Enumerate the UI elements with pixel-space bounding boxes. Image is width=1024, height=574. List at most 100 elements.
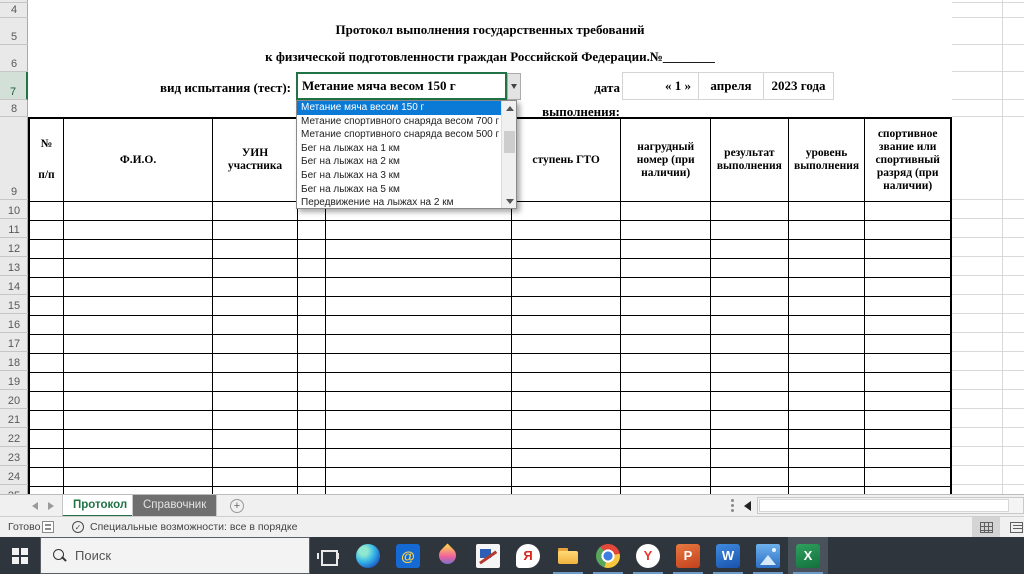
- table-cell[interactable]: [30, 354, 64, 373]
- table-cell[interactable]: [788, 278, 866, 297]
- row-header-10[interactable]: 10: [0, 200, 28, 219]
- start-button[interactable]: [0, 537, 40, 574]
- excel-taskbar-button[interactable]: X: [788, 537, 828, 574]
- hscroll-thumb[interactable]: [759, 499, 1009, 512]
- table-cell[interactable]: [213, 297, 298, 316]
- table-cell[interactable]: [711, 468, 789, 487]
- hscroll-left-arrow-icon[interactable]: [744, 501, 751, 511]
- table-cell[interactable]: [621, 259, 712, 278]
- table-cell[interactable]: [865, 430, 950, 449]
- table-cell[interactable]: [30, 259, 64, 278]
- table-cell[interactable]: [788, 430, 866, 449]
- table-cell[interactable]: [213, 354, 298, 373]
- table-cell[interactable]: [325, 373, 512, 392]
- table-cell[interactable]: [297, 297, 326, 316]
- row-header-6[interactable]: 6: [0, 45, 28, 72]
- table-cell[interactable]: [621, 221, 712, 240]
- table-cell[interactable]: [213, 335, 298, 354]
- table-cell[interactable]: [63, 221, 214, 240]
- table-cell[interactable]: [325, 468, 512, 487]
- dropdown-item[interactable]: Метание мяча весом 150 г: [297, 101, 501, 115]
- table-cell[interactable]: [788, 449, 866, 468]
- dropdown-scrollbar[interactable]: [501, 101, 516, 208]
- col-header-level[interactable]: уровень выполнения: [788, 119, 866, 202]
- row-header-16[interactable]: 16: [0, 314, 28, 333]
- col-header-stage[interactable]: ступень ГТО: [511, 119, 622, 202]
- table-cell[interactable]: [30, 240, 64, 259]
- table-cell[interactable]: [63, 430, 214, 449]
- table-cell[interactable]: [297, 449, 326, 468]
- table-cell[interactable]: [511, 297, 622, 316]
- table-cell[interactable]: [63, 297, 214, 316]
- table-cell[interactable]: [865, 221, 950, 240]
- table-cell[interactable]: [30, 449, 64, 468]
- table-cell[interactable]: [297, 316, 326, 335]
- table-cell[interactable]: [297, 468, 326, 487]
- word-taskbar-button[interactable]: W: [708, 537, 748, 574]
- row-header-13[interactable]: 13: [0, 257, 28, 276]
- table-cell[interactable]: [63, 354, 214, 373]
- table-cell[interactable]: [621, 335, 712, 354]
- paint-3d-taskbar-button[interactable]: [428, 537, 468, 574]
- table-cell[interactable]: [511, 411, 622, 430]
- table-cell[interactable]: [788, 240, 866, 259]
- date-day-cell[interactable]: « 1 »: [622, 72, 699, 100]
- dropdown-item[interactable]: Бег на лыжах на 3 км: [297, 169, 501, 183]
- table-cell[interactable]: [213, 392, 298, 411]
- table-cell[interactable]: [621, 411, 712, 430]
- table-cell[interactable]: [325, 449, 512, 468]
- table-cell[interactable]: [511, 240, 622, 259]
- table-cell[interactable]: [711, 316, 789, 335]
- table-cell[interactable]: [30, 430, 64, 449]
- table-cell[interactable]: [711, 335, 789, 354]
- table-cell[interactable]: [63, 202, 214, 221]
- col-header-number[interactable]: № п/п: [30, 119, 64, 202]
- sheet-tab-protokol[interactable]: Протокол: [62, 495, 139, 517]
- table-cell[interactable]: [621, 297, 712, 316]
- table-cell[interactable]: [30, 297, 64, 316]
- col-header-result[interactable]: результат выполнения: [711, 119, 789, 202]
- table-cell[interactable]: [63, 278, 214, 297]
- table-cell[interactable]: [512, 487, 622, 494]
- table-cell[interactable]: [865, 297, 950, 316]
- scroll-up-button[interactable]: [502, 101, 517, 115]
- col-header-fio[interactable]: Ф.И.О.: [63, 119, 214, 202]
- table-cell[interactable]: [511, 354, 622, 373]
- table-cell[interactable]: [788, 354, 866, 373]
- row-header-25[interactable]: 25: [0, 485, 28, 494]
- table-cell[interactable]: [325, 316, 512, 335]
- table-cell[interactable]: [30, 221, 64, 240]
- table-cell[interactable]: [621, 278, 712, 297]
- table-cell[interactable]: [325, 297, 512, 316]
- table-cell[interactable]: [711, 259, 789, 278]
- table-cell[interactable]: [511, 449, 622, 468]
- splitter-grip[interactable]: [731, 499, 734, 502]
- row-header-15[interactable]: 15: [0, 295, 28, 314]
- table-cell[interactable]: [511, 316, 622, 335]
- table-cell[interactable]: [711, 411, 789, 430]
- normal-view-button[interactable]: [972, 517, 1000, 537]
- row-header-7[interactable]: 7: [0, 72, 28, 100]
- table-cell[interactable]: [865, 202, 950, 221]
- table-cell[interactable]: [297, 354, 326, 373]
- row-header-8[interactable]: 8: [0, 100, 28, 117]
- table-cell[interactable]: [711, 240, 789, 259]
- table-cell[interactable]: [621, 468, 712, 487]
- table-cell[interactable]: [621, 316, 712, 335]
- table-cell[interactable]: [865, 240, 950, 259]
- table-cell[interactable]: [711, 202, 789, 221]
- table-cell[interactable]: [711, 221, 789, 240]
- accessibility-status[interactable]: Специальные возможности: все в порядке: [90, 521, 297, 533]
- next-sheet-arrow-icon[interactable]: [48, 502, 54, 510]
- table-cell[interactable]: [63, 259, 214, 278]
- table-cell[interactable]: [30, 316, 64, 335]
- table-cell[interactable]: [297, 430, 326, 449]
- chrome-taskbar-button[interactable]: [588, 537, 628, 574]
- table-cell[interactable]: [865, 335, 950, 354]
- table-cell[interactable]: [711, 449, 789, 468]
- table-cell[interactable]: [213, 278, 298, 297]
- table-cell[interactable]: [621, 240, 712, 259]
- row-header-19[interactable]: 19: [0, 371, 28, 390]
- table-cell[interactable]: [511, 335, 622, 354]
- table-cell[interactable]: [213, 373, 298, 392]
